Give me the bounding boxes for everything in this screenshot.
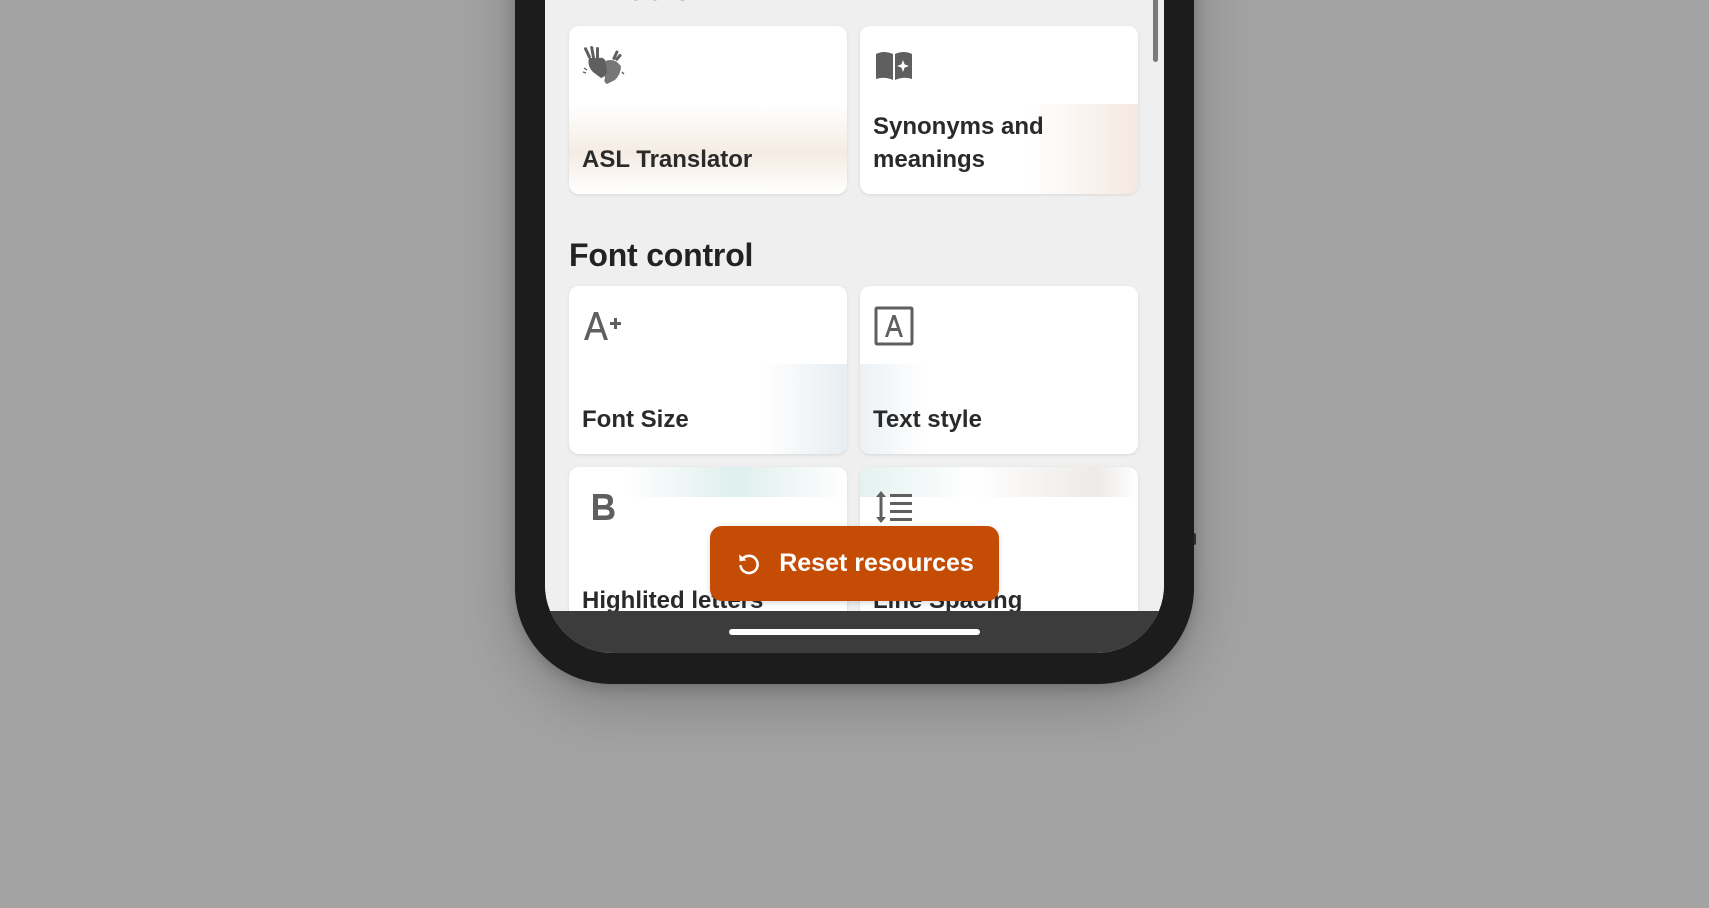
card-asl-translator[interactable]: ASL Translator (569, 26, 847, 194)
home-indicator[interactable] (729, 629, 980, 635)
section-title-font-control: Font control (569, 237, 754, 273)
font-size-increase-icon (581, 304, 625, 348)
section-title-ai-tools: AI Tools (569, 0, 691, 8)
accessibility-resources-panel[interactable]: AI Tools (545, 0, 1164, 611)
book-sparkle-icon (872, 44, 916, 88)
card-font-size[interactable]: Font Size (569, 286, 847, 454)
sign-language-icon (581, 44, 625, 88)
card-text-style[interactable]: Text style (860, 286, 1138, 454)
text-style-icon (872, 304, 916, 348)
reset-resources-button[interactable]: Reset resources (710, 526, 999, 601)
card-label: Synonyms and meanings (873, 113, 1044, 173)
card-label: Font Size (582, 406, 689, 433)
line-spacing-icon (872, 485, 916, 529)
bold-icon (581, 485, 625, 529)
card-synonyms-and-meanings[interactable]: Synonyms and meanings (860, 26, 1138, 194)
reset-resources-label: Reset resources (779, 549, 974, 577)
reset-icon (735, 550, 763, 578)
card-label: ASL Translator (582, 146, 753, 173)
scrollbar[interactable] (1153, 0, 1158, 62)
card-label: Text style (873, 406, 982, 433)
system-navigation-bar (545, 611, 1164, 653)
stage: AI Tools (0, 0, 1709, 908)
